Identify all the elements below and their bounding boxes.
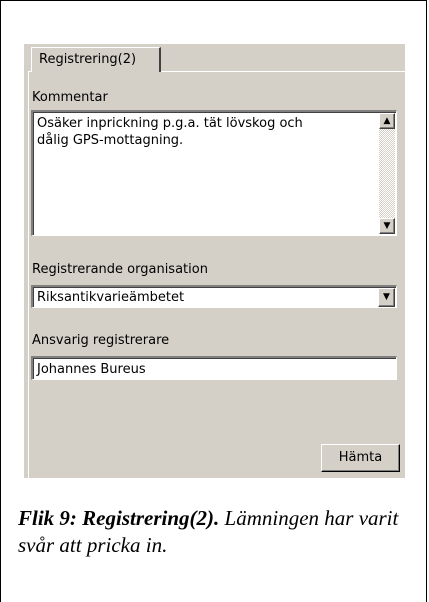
kommentar-textarea[interactable]: Osäker inprickning p.g.a. tät lövskog oc…: [31, 110, 397, 236]
arrow-up-icon[interactable]: ▲: [379, 113, 395, 129]
organisation-select[interactable]: Riksantikvarieämbetet ▼: [31, 285, 397, 308]
kommentar-scrollbar[interactable]: ▲ ▼: [379, 113, 395, 234]
tab-registrering-2[interactable]: Registrering(2): [31, 47, 161, 72]
figure-caption: Flik 9: Registrering(2). Lämningen har v…: [18, 505, 418, 559]
organisation-label: Registrerande organisation: [32, 262, 208, 277]
organisation-selected-value: Riksantikvarieämbetet: [37, 290, 185, 305]
registrerare-label: Ansvarig registrerare: [32, 333, 170, 348]
kommentar-text: Osäker inprickning p.g.a. tät lövskog oc…: [37, 116, 303, 148]
kommentar-label: Kommentar: [32, 90, 108, 105]
chevron-down-icon[interactable]: ▼: [378, 288, 395, 307]
registrerare-input[interactable]: Johannes Bureus: [31, 356, 397, 380]
arrow-down-icon[interactable]: ▼: [379, 218, 395, 234]
hamta-button[interactable]: Hämta: [321, 444, 400, 472]
registrerare-value: Johannes Bureus: [37, 362, 146, 377]
caption-title: Flik 9: Registrering(2).: [18, 506, 220, 530]
